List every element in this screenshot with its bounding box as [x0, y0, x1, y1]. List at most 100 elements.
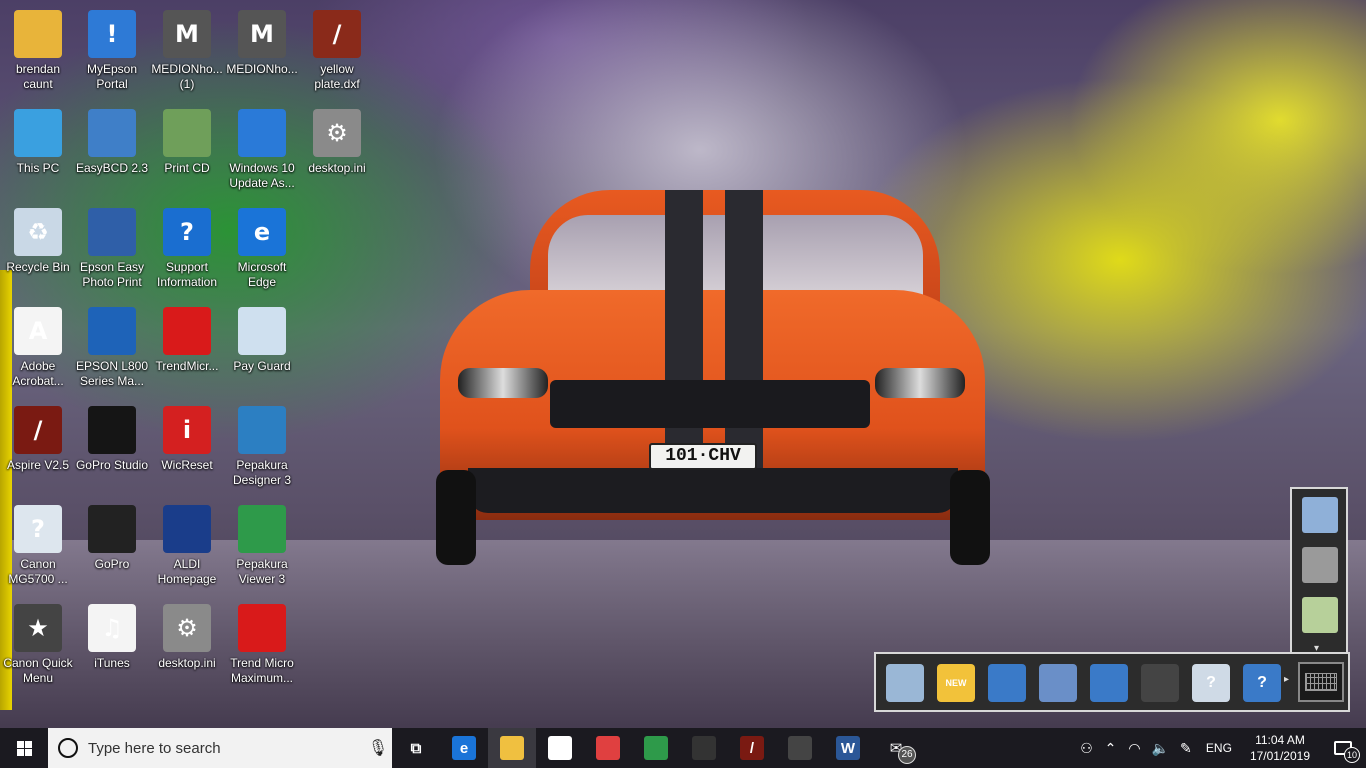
- taskbar-button-store[interactable]: [536, 728, 584, 768]
- desktop-icon-canon-mg5700[interactable]: ? Canon MG5700 ...: [0, 499, 76, 595]
- desktop-icon-medion-home-2[interactable]: M MEDIONho...: [224, 4, 300, 100]
- desktop-icon-label: brendan caunt: [15, 62, 61, 91]
- desktop-icon-medion-home-1[interactable]: M MEDIONho... (1): [149, 4, 225, 100]
- desktop-icon-trend-micro-maximum[interactable]: Trend Micro Maximum...: [224, 598, 300, 694]
- pen-workspace-icon[interactable]: ✎: [1174, 728, 1198, 768]
- desktop-icon-wicreset[interactable]: i WicReset: [149, 400, 225, 496]
- search-box[interactable]: Type here to search 🎙: [48, 728, 392, 768]
- desktop-icon-label: Aspire V2.5: [6, 458, 70, 472]
- taskbar-button-webcam[interactable]: [776, 728, 824, 768]
- taskbar-button-photos-mosaic[interactable]: [584, 728, 632, 768]
- desktop-icon-label: EPSON L800 Series Ma...: [75, 359, 149, 388]
- computer-icon: [14, 109, 62, 157]
- taskbar: Type here to search 🎙 ⧉ e / W ✉ 26 ⚇ ⌃ ◠ 🔈 ✎ …: [0, 728, 1366, 768]
- desktop-icon-support-information[interactable]: ? Support Information: [149, 202, 225, 298]
- desktop-icon-gopro-studio[interactable]: GoPro Studio: [74, 400, 150, 496]
- desktop-icon-recycle-bin[interactable]: ♻ Recycle Bin: [0, 202, 76, 298]
- desktop-icon-label: MEDIONho... (1): [151, 62, 223, 91]
- new-smiley-icon[interactable]: NEW: [937, 664, 975, 702]
- desktop-icon-label: MyEpson Portal: [86, 62, 138, 91]
- desktop-icon-label: Epson Easy Photo Print: [79, 260, 145, 289]
- gopro-icon: [88, 505, 136, 553]
- desktop-icon-desktop-ini-2[interactable]: ⚙ desktop.ini: [299, 103, 375, 199]
- wallpaper-car-bumper: [468, 468, 958, 513]
- desktop-icon-label: desktop.ini: [308, 161, 366, 175]
- globe-cart-icon[interactable]: [1090, 664, 1128, 702]
- cortana-icon: [58, 738, 78, 758]
- desktop-icon-pepakura-viewer[interactable]: Pepakura Viewer 3: [224, 499, 300, 595]
- desktop-icon-label: TrendMicr...: [155, 359, 219, 373]
- taskbar-button-word[interactable]: W: [824, 728, 872, 768]
- desktop-icon-adobe-acrobat[interactable]: A Adobe Acrobat...: [0, 301, 76, 397]
- action-center-button[interactable]: 10: [1320, 728, 1366, 768]
- photo-print-icon: [88, 208, 136, 256]
- desktop-icon-aspire[interactable]: / Aspire V2.5: [0, 400, 76, 496]
- windows-logo-icon: [16, 740, 32, 756]
- desktop-icon-label: GoPro Studio: [75, 458, 149, 472]
- language-indicator[interactable]: ENG: [1198, 728, 1240, 768]
- pepakura-viewer-icon: [238, 505, 286, 553]
- desktop-icon-myepson-portal[interactable]: ! MyEpson Portal: [74, 4, 150, 100]
- desktop-icon-pepakura-designer[interactable]: Pepakura Designer 3: [224, 400, 300, 496]
- toolbar-expand-arrow-icon[interactable]: ▸: [1284, 674, 1289, 685]
- desktop-icon-pay-guard[interactable]: Pay Guard: [224, 301, 300, 397]
- desktop-icon-label: This PC: [16, 161, 60, 175]
- photos-mosaic-icon: [596, 736, 620, 760]
- wifi-icon[interactable]: ◠: [1122, 728, 1146, 768]
- taskbar-button-task-view[interactable]: ⧉: [392, 728, 440, 768]
- wallpaper-license-plate: 101·CHV: [649, 443, 757, 470]
- system-tray: ⚇ ⌃ ◠ 🔈 ✎ ENG 11:04 AM 17/01/2019 10: [1074, 728, 1366, 768]
- printer-user-icon[interactable]: [1141, 664, 1179, 702]
- photo-collage-icon[interactable]: [1302, 597, 1338, 633]
- desktop-icon-canon-quick-menu[interactable]: ★ Canon Quick Menu: [0, 598, 76, 694]
- taskbar-button-pepakura[interactable]: [632, 728, 680, 768]
- desktop-icon-trendmicro-1[interactable]: TrendMicr...: [149, 301, 225, 397]
- taskbar-button-edge[interactable]: e: [440, 728, 488, 768]
- globe-help-icon[interactable]: ?: [1243, 664, 1281, 702]
- task-view-icon: ⧉: [410, 739, 422, 757]
- search-placeholder: Type here to search: [88, 739, 221, 757]
- pepakura-designer-icon: [238, 406, 286, 454]
- desktop-icon-itunes[interactable]: ♫ iTunes: [74, 598, 150, 694]
- clock[interactable]: 11:04 AM 17/01/2019: [1240, 732, 1320, 764]
- desktop-icon-gopro[interactable]: GoPro: [74, 499, 150, 595]
- desktop-icon-windows-10-update[interactable]: Windows 10 Update As...: [224, 103, 300, 199]
- volume-icon[interactable]: 🔈: [1146, 728, 1173, 768]
- desktop-icon-epson-l800[interactable]: EPSON L800 Series Ma...: [74, 301, 150, 397]
- ini-file-icon: ⚙: [313, 109, 361, 157]
- wallpaper-car-headlight: [875, 368, 965, 398]
- desktop-icon-brendan-caunt[interactable]: brendan caunt: [0, 4, 76, 100]
- desktop-icon-label: EasyBCD 2.3: [75, 161, 149, 175]
- desktop-icon-microsoft-edge[interactable]: e Microsoft Edge: [224, 202, 300, 298]
- people-icon[interactable]: ⚇: [1074, 728, 1098, 768]
- desktop-icon-desktop-ini-1[interactable]: ⚙ desktop.ini: [149, 598, 225, 694]
- desktop-icon-easybcd[interactable]: EasyBCD 2.3: [74, 103, 150, 199]
- on-screen-keyboard-icon[interactable]: [1298, 662, 1344, 702]
- desktop-icon-label: Recycle Bin: [6, 260, 70, 274]
- microphone-icon[interactable]: 🎙: [364, 738, 392, 758]
- desktop-icon-epson-easy-photo-print[interactable]: Epson Easy Photo Print: [74, 202, 150, 298]
- start-button[interactable]: [0, 728, 48, 768]
- taskbar-button-file-explorer[interactable]: [488, 728, 536, 768]
- wallpaper-car-headlight: [458, 368, 548, 398]
- desktop-icon-label: Microsoft Edge: [237, 260, 287, 289]
- taskbar-button-aspire[interactable]: /: [728, 728, 776, 768]
- globe-info-icon[interactable]: [988, 664, 1026, 702]
- floating-toolbar-horizontal: ?? NEW ▸: [874, 652, 1350, 712]
- document-help-icon[interactable]: ?: [1192, 664, 1230, 702]
- store-icon: [548, 736, 572, 760]
- desktop-icon-label: Windows 10 Update As...: [229, 161, 295, 190]
- photo-album-icon[interactable]: [1302, 497, 1338, 533]
- desktop-icon-aldi-homepage[interactable]: ALDI Homepage: [149, 499, 225, 595]
- edge-icon: e: [238, 208, 286, 256]
- show-hidden-icons-chevron-icon[interactable]: ⌃: [1098, 728, 1122, 768]
- desktop-icon-print-cd[interactable]: Print CD: [149, 103, 225, 199]
- printer-icon[interactable]: [1302, 547, 1338, 583]
- taskbar-button-mail[interactable]: ✉ 26: [872, 728, 920, 768]
- desktop-icon-this-pc[interactable]: This PC: [0, 103, 76, 199]
- taskbar-button-photos[interactable]: [680, 728, 728, 768]
- clock-time: 11:04 AM: [1255, 733, 1305, 747]
- photo-print-icon[interactable]: [886, 664, 924, 702]
- photo-shop-icon[interactable]: [1039, 664, 1077, 702]
- desktop-icon-yellow-plate[interactable]: / yellow plate.dxf: [299, 4, 375, 100]
